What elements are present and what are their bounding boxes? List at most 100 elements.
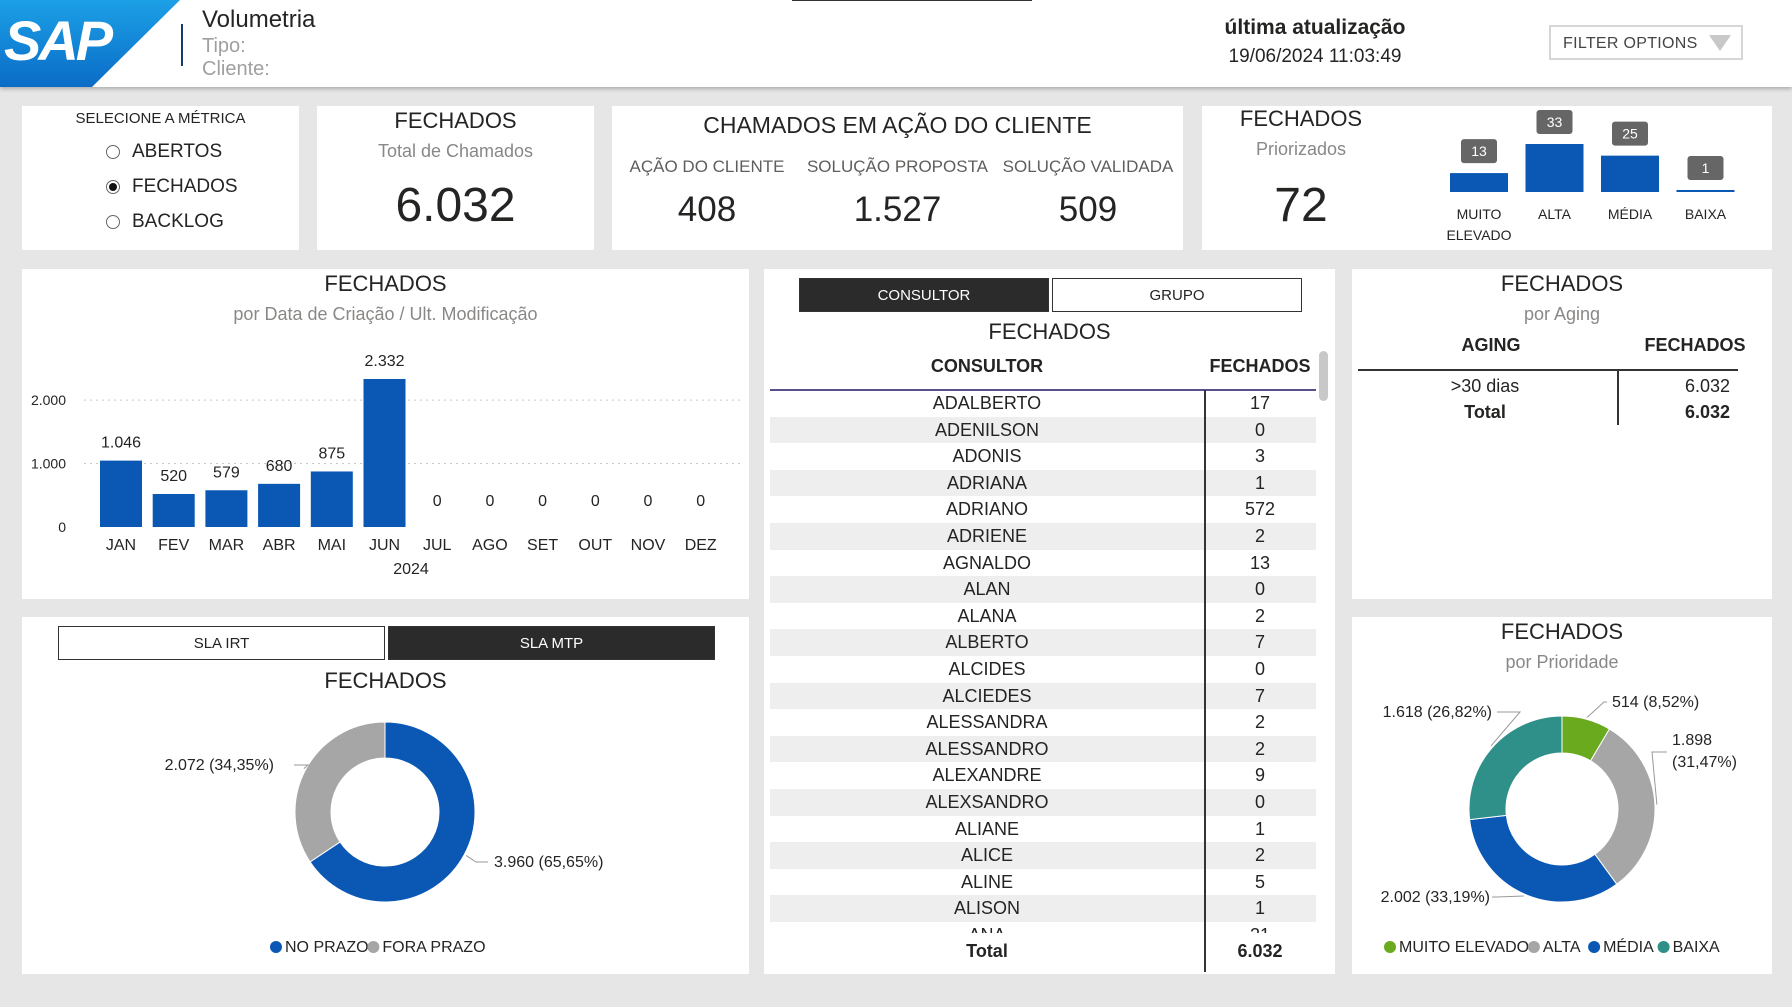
sla-card: SLA IRT SLA MTP FECHADOS 3.960 (65,65%) 2… — [22, 617, 749, 974]
tab-consultor[interactable]: CONSULTOR — [799, 278, 1049, 312]
priorizados-bar[interactable] — [1601, 155, 1659, 192]
radio-fechados[interactable]: FECHADOS — [106, 176, 238, 198]
legend-label: MUITO ELEVADO — [1399, 939, 1529, 956]
aging-row-value: 6.032 — [1684, 376, 1730, 396]
priorizados-data-label: 25 — [1622, 126, 1638, 142]
aging-col-header-fechados[interactable]: FECHADOS — [1624, 335, 1766, 356]
donut-slice[interactable] — [1469, 814, 1618, 903]
donut-data-label: 2.072 (34,35%) — [165, 757, 274, 774]
table-scrollbar[interactable] — [1319, 351, 1328, 401]
monthly-bar[interactable] — [100, 460, 142, 527]
table-row[interactable]: ADONIS 3 — [770, 443, 1316, 470]
fechados-count-cell: 1 — [1254, 818, 1265, 839]
tab-grupo[interactable]: GRUPO — [1052, 278, 1302, 312]
consultor-name-cell: ADRIENE — [946, 526, 1027, 546]
monthly-x-tick-label: DEZ — [685, 537, 717, 554]
table-row[interactable]: ALBERTO 7 — [770, 629, 1316, 656]
consultor-name-cell: AGNALDO — [942, 552, 1032, 573]
radio-label-fechados: FECHADOS — [132, 176, 238, 197]
priorizados-bar[interactable] — [1676, 190, 1735, 192]
kpi-total-subtitle: Total de Chamados — [377, 141, 534, 161]
table-row[interactable]: ADENILSON 0 — [770, 416, 1316, 444]
sap-logo: SAP — [0, 0, 180, 87]
monthly-x-tick-label: NOV — [631, 537, 666, 554]
fechados-count-cell: 1 — [1254, 472, 1265, 493]
monthly-y-tick-label: 1.000 — [31, 456, 66, 472]
table-row[interactable]: ALANA 2 — [770, 603, 1316, 630]
priorizados-bar[interactable] — [1525, 144, 1584, 192]
donut-data-label: 2.002 (33,19%) — [1381, 889, 1490, 906]
table-row[interactable]: ADRIANA 1 — [770, 469, 1316, 497]
table-row[interactable]: ALAN 0 — [770, 576, 1316, 603]
table-row[interactable]: ALESSANDRO 2 — [770, 735, 1316, 763]
priority-card: FECHADOS por Prioridade 514 (8,52%) 1.898… — [1352, 617, 1772, 974]
priority-donut-chart: 514 (8,52%) 1.898 (31,47%) 2.002 (33,19%) 1.… — [1381, 694, 1737, 956]
table-row[interactable]: ADRIENE 2 — [770, 523, 1316, 550]
donut-data-label: 514 (8,52%) — [1612, 694, 1699, 711]
radio-abertos[interactable]: ABERTOS — [106, 141, 222, 163]
table-row[interactable]: ADALBERTO 17 — [770, 390, 1316, 417]
cliente-label: Cliente: — [202, 58, 270, 80]
monthly-bar[interactable] — [205, 490, 248, 527]
monthly-bar[interactable] — [363, 379, 406, 527]
legend-marker — [1384, 941, 1396, 953]
aging-col-header-aging[interactable]: AGING — [1358, 335, 1624, 356]
monthly-bar[interactable] — [258, 483, 301, 527]
column-header-consultor[interactable]: CONSULTOR — [770, 356, 1204, 377]
fechados-count-cell: 3 — [1254, 446, 1265, 467]
priorizados-category-label: BAIXA — [1685, 206, 1727, 222]
prioritized-value: 72 — [1274, 179, 1328, 232]
table-row[interactable]: ALCIDES 0 — [770, 656, 1316, 683]
monthly-x-tick-label: JUL — [423, 537, 452, 554]
filter-dropdown-icon — [1709, 35, 1731, 51]
column-header-fechados[interactable]: FECHADOS — [1204, 356, 1316, 377]
table-row[interactable]: ANA21 — [770, 922, 1316, 933]
kpi-total-card: FECHADOS Total de Chamados 6.032 — [317, 106, 594, 250]
fechados-count-cell: 0 — [1254, 659, 1265, 679]
aging-title: FECHADOS — [1500, 271, 1624, 296]
consultor-name-cell: ALISON — [953, 898, 1021, 919]
legend-marker — [1527, 941, 1540, 953]
monthly-bar-chart: 0 1.000 2.000 1.046 JAN 520 FEV 579 MAR 680 ABR 875… — [31, 353, 740, 578]
page-title: Volumetria — [202, 6, 316, 33]
table-row[interactable]: ALISON 1 — [770, 895, 1316, 922]
monthly-y-tick-label: 2.000 — [31, 392, 66, 408]
fechados-count-cell: 0 — [1254, 792, 1265, 812]
table-row[interactable]: ALINE 5 — [770, 869, 1316, 896]
donut-slice[interactable] — [1468, 715, 1563, 821]
kpi-total-title: FECHADOS — [394, 108, 517, 133]
consultor-name-cell: ALANA — [957, 605, 1017, 626]
consultant-table-card: CONSULTOR GRUPO FECHADOS CONSULTOR FECHA… — [764, 269, 1335, 974]
legend-label: MÉDIA — [1603, 937, 1654, 956]
fechados-count-cell: 2 — [1254, 738, 1265, 759]
table-row[interactable]: ALCIEDES 7 — [770, 682, 1316, 710]
table-row[interactable]: ALEXANDRE 9 — [770, 762, 1316, 789]
table-row[interactable]: ALEXSANDRO 0 — [770, 789, 1316, 816]
sap-logo-text: SAP — [4, 9, 114, 72]
table-row[interactable]: ALIANE 1 — [770, 816, 1316, 843]
monthly-bar[interactable] — [152, 493, 195, 527]
legend-label: FORA PRAZO — [382, 939, 485, 956]
prioritized-title: FECHADOS — [1239, 106, 1363, 131]
table-total-label: Total — [966, 941, 1008, 961]
header-top-accent — [792, 0, 1032, 1]
monthly-bar[interactable] — [310, 471, 353, 527]
acao-cliente-value: 408 — [677, 190, 737, 229]
donut-slice[interactable] — [294, 721, 386, 863]
radio-backlog[interactable]: BACKLOG — [106, 211, 224, 233]
priorizados-category-label: MÉDIA — [1608, 206, 1653, 222]
table-row[interactable]: ADRIANO 572 — [770, 496, 1316, 523]
fechados-count-cell: 2 — [1254, 526, 1265, 546]
table-row[interactable]: ALICE 2 — [770, 842, 1316, 869]
filter-options-button[interactable]: FILTER OPTIONS — [1549, 25, 1743, 60]
table-row[interactable]: AGNALDO 13 — [770, 550, 1316, 577]
donut-data-label: 1.898 — [1672, 732, 1712, 749]
update-label: última atualização — [1224, 16, 1406, 39]
legend-marker — [270, 941, 282, 953]
priorizados-bar[interactable] — [1450, 173, 1508, 192]
table-row[interactable]: ALESSANDRA 2 — [770, 709, 1316, 736]
monthly-x-tick-label: MAI — [318, 537, 346, 554]
priorizados-bar-chart: 13 MUITO ELEVADO 33 ALTA 25 MÉDIA 1 BAIXA — [1446, 110, 1735, 243]
legend-marker — [367, 941, 380, 953]
legend-marker — [1588, 941, 1601, 953]
